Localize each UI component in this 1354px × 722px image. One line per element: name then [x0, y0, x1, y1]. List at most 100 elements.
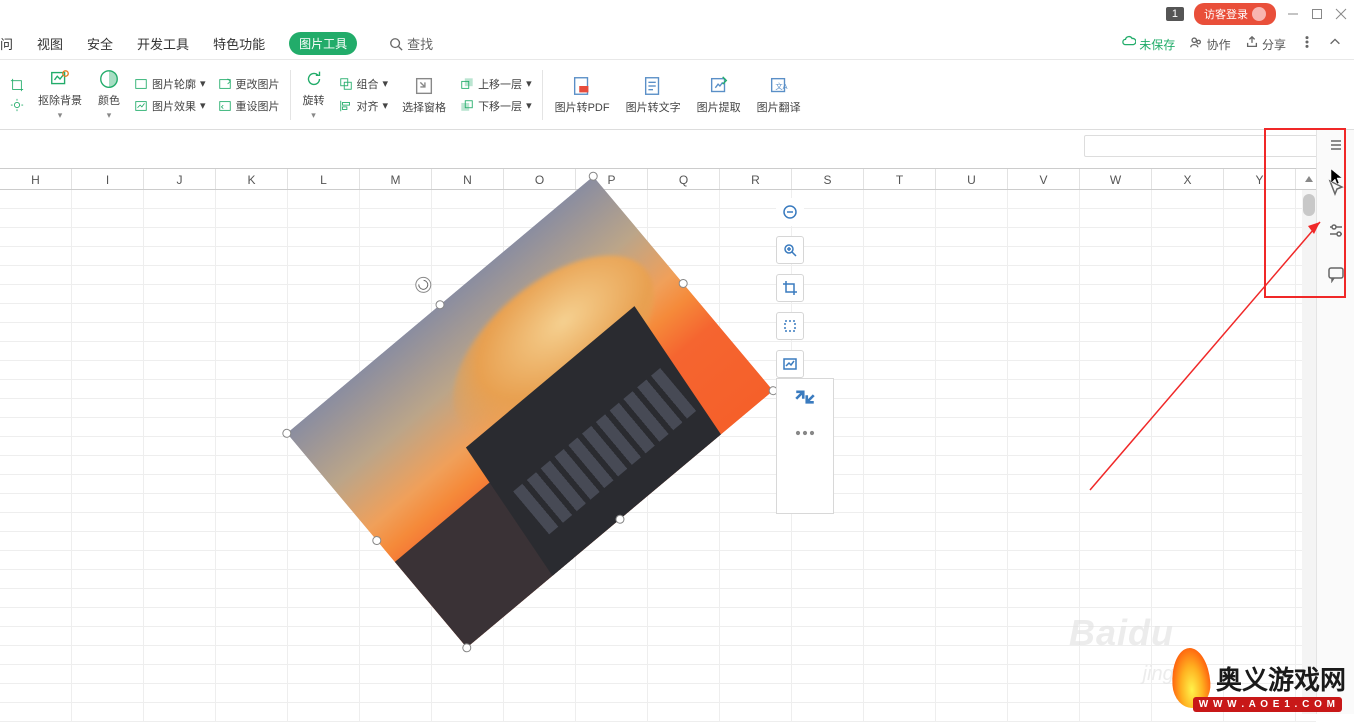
col-header[interactable]: H [0, 169, 72, 189]
collaborate-icon [1189, 35, 1203, 49]
translate-icon: 文A [768, 75, 790, 97]
scroll-up-button[interactable] [1302, 172, 1316, 186]
svg-text:文A: 文A [775, 81, 787, 90]
col-header[interactable]: L [288, 169, 360, 189]
menu-special[interactable]: 特色功能 [213, 34, 265, 53]
col-header[interactable]: J [144, 169, 216, 189]
collapse-toolbar-button[interactable] [776, 198, 804, 226]
ribbon-adjust[interactable] [10, 98, 24, 112]
change-label: 更改图片 [236, 76, 280, 92]
outline-icon [134, 77, 148, 91]
extract-icon [708, 75, 730, 97]
forward-icon [460, 77, 474, 91]
outline-label: 图片轮廓 [152, 76, 196, 92]
forward-label: 上移一层 [478, 76, 522, 92]
crop-button[interactable] [776, 274, 804, 302]
align-button[interactable]: 对齐▾ [339, 98, 389, 114]
group-button[interactable]: 组合▾ [339, 76, 389, 92]
col-header[interactable]: T [864, 169, 936, 189]
change-picture-button[interactable]: 更改图片 [218, 76, 280, 92]
pic-to-pdf-button[interactable]: 图片转PDF [555, 75, 610, 115]
share-button[interactable]: 分享 [1245, 35, 1286, 53]
rotation-handle[interactable] [412, 274, 435, 297]
col-header[interactable]: Q [648, 169, 720, 189]
bring-forward-button[interactable]: 上移一层▾ [460, 76, 532, 92]
picture-popup-panel[interactable] [776, 378, 834, 514]
col-header[interactable]: O [504, 169, 576, 189]
group-label: 组合 [357, 76, 379, 92]
unsaved-label: 未保存 [1139, 38, 1175, 52]
menu-picture-tools[interactable]: 图片工具 [289, 32, 357, 55]
select-area-button[interactable] [776, 312, 804, 340]
rotate-icon [303, 68, 325, 90]
col-header[interactable]: X [1152, 169, 1224, 189]
ribbon-crop-variant[interactable] [10, 78, 24, 92]
col-header[interactable]: V [1008, 169, 1080, 189]
color-button[interactable]: 颜色 ▾ [98, 68, 120, 121]
selected-picture[interactable] [310, 192, 750, 632]
reset-icon [218, 99, 232, 113]
pdf-icon [571, 75, 593, 97]
color-icon [98, 68, 120, 90]
pic-to-text-button[interactable]: 图片转文字 [626, 75, 681, 115]
reset-picture-button[interactable]: 重设图片 [218, 98, 280, 114]
search-button[interactable]: 查找 [389, 34, 433, 53]
col-header[interactable]: Y [1224, 169, 1296, 189]
collapse-ribbon[interactable] [1328, 35, 1342, 52]
picture-effect-button[interactable]: 图片效果▾ [134, 98, 206, 114]
expand-button[interactable] [791, 383, 819, 411]
guest-login-button[interactable]: 访客登录 [1194, 3, 1276, 25]
minimize-button[interactable] [1286, 7, 1300, 21]
sidepanel-handle-icon[interactable] [1327, 136, 1345, 159]
col-header[interactable]: N [432, 169, 504, 189]
remove-bg-icon [49, 68, 71, 90]
mouse-cursor [1330, 168, 1344, 186]
ocr-icon [642, 75, 664, 97]
pic-translate-button[interactable]: 文A 图片翻译 [757, 75, 801, 115]
notification-badge[interactable]: 1 [1166, 7, 1184, 21]
menu-view[interactable]: 视图 [37, 34, 63, 53]
login-label: 访客登录 [1204, 6, 1248, 22]
col-header[interactable]: S [792, 169, 864, 189]
col-header[interactable]: W [1080, 169, 1152, 189]
menu-devtools[interactable]: 开发工具 [137, 34, 189, 53]
close-button[interactable] [1334, 7, 1348, 21]
chat-icon[interactable] [1327, 265, 1345, 288]
send-backward-button[interactable]: 下移一层▾ [460, 98, 532, 114]
name-box[interactable] [1084, 135, 1344, 157]
effect-label: 图片效果 [152, 98, 196, 114]
watermark-main: Baidu [1069, 612, 1174, 654]
settings-sliders-icon[interactable] [1327, 222, 1345, 245]
col-header[interactable]: I [72, 169, 144, 189]
more-button[interactable] [791, 419, 819, 447]
pic-extract-button[interactable]: 图片提取 [697, 75, 741, 115]
share-icon [1245, 35, 1259, 49]
save-image-button[interactable] [776, 350, 804, 378]
col-header[interactable]: M [360, 169, 432, 189]
translate-label: 图片翻译 [757, 99, 801, 115]
col-header[interactable]: K [216, 169, 288, 189]
scroll-thumb[interactable] [1303, 194, 1315, 216]
ocr-label: 图片转文字 [626, 99, 681, 115]
unsaved-indicator[interactable]: 未保存 [1122, 35, 1175, 53]
effect-icon [134, 99, 148, 113]
group-icon [339, 77, 353, 91]
selection-pane-button[interactable]: 选择窗格 [402, 75, 446, 115]
color-label: 颜色 [98, 92, 120, 108]
col-header[interactable]: R [720, 169, 792, 189]
share-label: 分享 [1262, 38, 1286, 52]
col-header[interactable]: U [936, 169, 1008, 189]
selection-pane-label: 选择窗格 [402, 99, 446, 115]
collaborate-button[interactable]: 协作 [1189, 35, 1230, 53]
more-menu[interactable] [1300, 35, 1314, 52]
remove-background-button[interactable]: 抠除背景 ▾ [38, 68, 82, 121]
maximize-button[interactable] [1310, 7, 1324, 21]
vertical-scrollbar[interactable] [1302, 190, 1316, 714]
rotate-button[interactable]: 旋转 ▾ [303, 68, 325, 121]
menu-security[interactable]: 安全 [87, 34, 113, 53]
menu-partial[interactable]: 问 [0, 34, 13, 53]
backward-label: 下移一层 [478, 98, 522, 114]
search-icon [389, 37, 403, 51]
picture-outline-button[interactable]: 图片轮廓▾ [134, 76, 206, 92]
zoom-button[interactable] [776, 236, 804, 264]
